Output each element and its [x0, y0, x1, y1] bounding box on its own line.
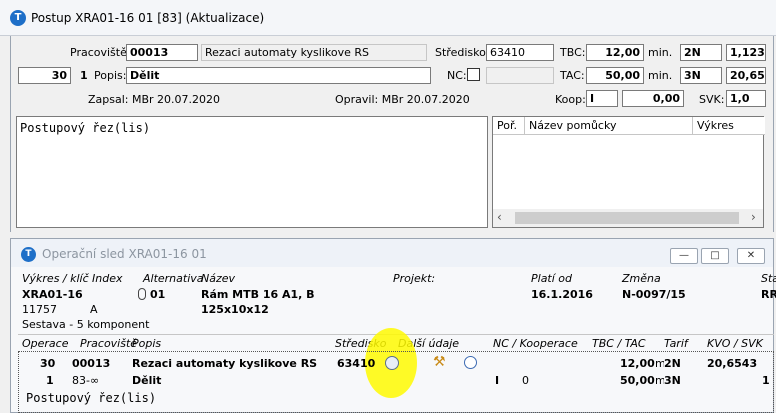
row-tarif-2: 3N	[664, 374, 681, 387]
col-nc-kooperace[interactable]: NC / Kooperace	[493, 337, 578, 350]
paperclip-icon[interactable]	[138, 288, 146, 300]
nc-value-field	[486, 67, 554, 84]
opravil-info: Opravil: MBr 20.07.2020	[335, 93, 470, 106]
window-titlebar: T Postup XRA01-16 01 [83] (Aktualizace)	[0, 0, 776, 36]
row-stredisko: 63410	[337, 357, 376, 370]
postup-textarea[interactable]: Postupový řez(lis)	[16, 116, 488, 228]
row-tac: 50,00	[620, 374, 655, 387]
nc-label: NC:	[447, 69, 467, 82]
popis-label: Popis:	[94, 69, 127, 82]
col-pracoviste[interactable]: Pracoviště	[80, 337, 137, 350]
zmena-header: Změna	[622, 272, 661, 285]
close-button[interactable]: ✕	[737, 248, 765, 264]
row-popis: Rezaci automaty kyslikove RS	[132, 357, 318, 370]
col-popis[interactable]: Popis	[132, 337, 161, 350]
tac-kvo-input[interactable]: 20,6543	[726, 67, 766, 84]
svk-input[interactable]: 1,0	[726, 90, 766, 107]
col-tbc-tac[interactable]: TBC / TAC	[592, 337, 646, 350]
popis-input[interactable]: Dělit	[126, 67, 431, 84]
tbc-kvo-input[interactable]: 1,12344	[726, 44, 766, 61]
sestava-info: Sestava - 5 komponent	[22, 318, 150, 331]
clock-icon[interactable]	[464, 356, 477, 369]
app-logo-icon: T	[10, 10, 26, 26]
alternativa-header: Alternativa	[143, 272, 204, 285]
row-kvo-1: 20,6543	[707, 357, 758, 370]
zmena-value: N-0097/15	[622, 288, 686, 301]
tools-grid-hscrollbar[interactable]: ‹ ›	[493, 209, 763, 227]
nazev-header: Název	[201, 272, 236, 285]
row-operace: 30	[40, 357, 56, 370]
klic-value: 11757	[22, 303, 57, 316]
scroll-right-icon[interactable]: ›	[751, 210, 756, 224]
koop-label: Koop:	[555, 93, 586, 106]
grid-col-nazev-pomucky[interactable]: Název pomůcky	[525, 117, 693, 135]
row-popis-2: Dělit	[132, 374, 162, 387]
row-tbc: 12,00	[620, 357, 655, 370]
tac-tarif-input[interactable]: 3N	[680, 67, 722, 84]
child-titlebar: T Operační sled XRA01-16 01 — □ ✕	[11, 239, 773, 267]
pracoviste-code-input[interactable]: 00013	[126, 44, 198, 61]
row-koop: I	[495, 374, 500, 387]
nazev-value-1: Rám MTB 16 A1, B	[201, 288, 315, 301]
row-pracoviste: 00013	[72, 357, 111, 370]
stav-value: RR	[761, 288, 776, 301]
alternativa-value: 01	[150, 288, 166, 301]
plati-od-value: 16.1.2016	[531, 288, 593, 301]
index-value: A	[90, 303, 98, 316]
nc-checkbox[interactable]	[467, 68, 480, 81]
tools-grid: Poř. Název pomůcky Výkres ‹ ›	[492, 116, 765, 228]
tac-unit: min.	[648, 69, 673, 82]
operation-sub-number: 1	[80, 69, 88, 82]
nazev-value-2: 125x10x12	[201, 303, 269, 316]
scroll-left-icon[interactable]: ‹	[497, 210, 502, 224]
koop-amount-input[interactable]: 0,00	[622, 90, 684, 107]
projekt-header: Projekt:	[393, 272, 436, 285]
vykres-value: XRA01-16	[22, 288, 83, 301]
maximize-button[interactable]: □	[701, 248, 729, 264]
operation-number-input[interactable]: 30	[18, 67, 71, 84]
svk-label: SVK:	[699, 93, 725, 106]
pracoviste-name-field: Rezaci automaty kyslikove RS	[201, 44, 427, 61]
row-sub-number: 1	[46, 374, 54, 387]
vykres-header: Výkres / klíč	[22, 272, 89, 285]
window-title: Postup XRA01-16 01 [83] (Aktualizace)	[31, 11, 265, 25]
tools-icon[interactable]: ⚒	[433, 354, 446, 370]
tbc-unit: min.	[648, 46, 673, 59]
col-tarif[interactable]: Tarif	[664, 337, 688, 350]
row-kvo-2: 1	[762, 374, 770, 387]
stredisko-input[interactable]: 63410	[486, 44, 554, 61]
row-note: Postupový řez(lis)	[26, 391, 157, 405]
zapsal-info: Zapsal: MBr 20.07.2020	[88, 93, 221, 106]
stav-header: Stav	[761, 272, 776, 285]
row-sub-code: 83-∞	[72, 374, 100, 387]
row-koop-value: 0	[522, 374, 529, 387]
minimize-button[interactable]: —	[670, 248, 698, 264]
tac-label: TAC:	[560, 69, 585, 82]
col-operace[interactable]: Operace	[22, 337, 69, 350]
grid-col-vykres[interactable]: Výkres	[693, 117, 765, 135]
tbc-tarif-input[interactable]: 2N	[680, 44, 722, 61]
pracoviste-label: Pracoviště:	[70, 46, 131, 59]
plati-od-header: Platí od	[531, 272, 573, 285]
col-kvo-svk[interactable]: KVO / SVK	[707, 337, 763, 350]
row-tarif-1: 2N	[664, 357, 681, 370]
tbc-input[interactable]: 12,00	[586, 44, 644, 61]
scroll-thumb[interactable]	[515, 212, 739, 224]
tac-input[interactable]: 50,00	[586, 67, 644, 84]
child-title: Operační sled XRA01-16 01	[42, 247, 207, 261]
index-header: Index	[92, 272, 123, 285]
stredisko-label: Středisko:	[435, 46, 490, 59]
koop-input[interactable]: I	[586, 90, 618, 107]
tbc-label: TBC:	[560, 46, 586, 59]
detail-icon[interactable]	[385, 356, 399, 370]
app-logo-icon: T	[21, 247, 36, 262]
grid-col-poradi[interactable]: Poř.	[493, 117, 525, 135]
